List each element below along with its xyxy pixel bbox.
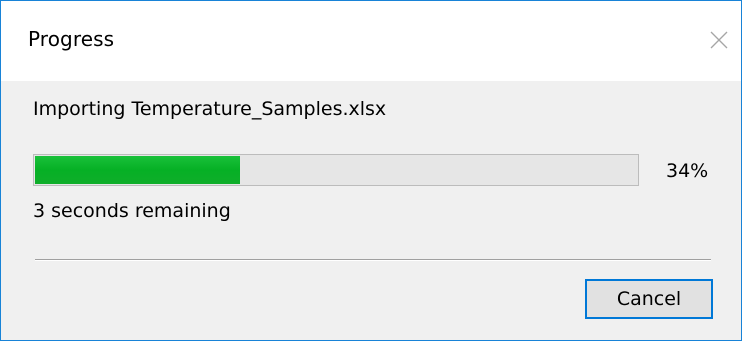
- close-button[interactable]: [698, 19, 740, 61]
- progress-bar-fill: [35, 156, 240, 184]
- title-bar[interactable]: Progress: [1, 1, 741, 81]
- dialog-title: Progress: [28, 27, 115, 51]
- time-remaining-text: 3 seconds remaining: [33, 200, 231, 222]
- divider: [35, 259, 711, 261]
- close-icon: [710, 31, 728, 49]
- status-message: Importing Temperature_Samples.xlsx: [33, 98, 387, 120]
- progress-percent: 34%: [666, 160, 709, 182]
- progress-dialog: Progress Importing Temperature_Samples.x…: [0, 0, 742, 341]
- progress-bar: [33, 154, 639, 186]
- cancel-button[interactable]: Cancel: [585, 279, 713, 319]
